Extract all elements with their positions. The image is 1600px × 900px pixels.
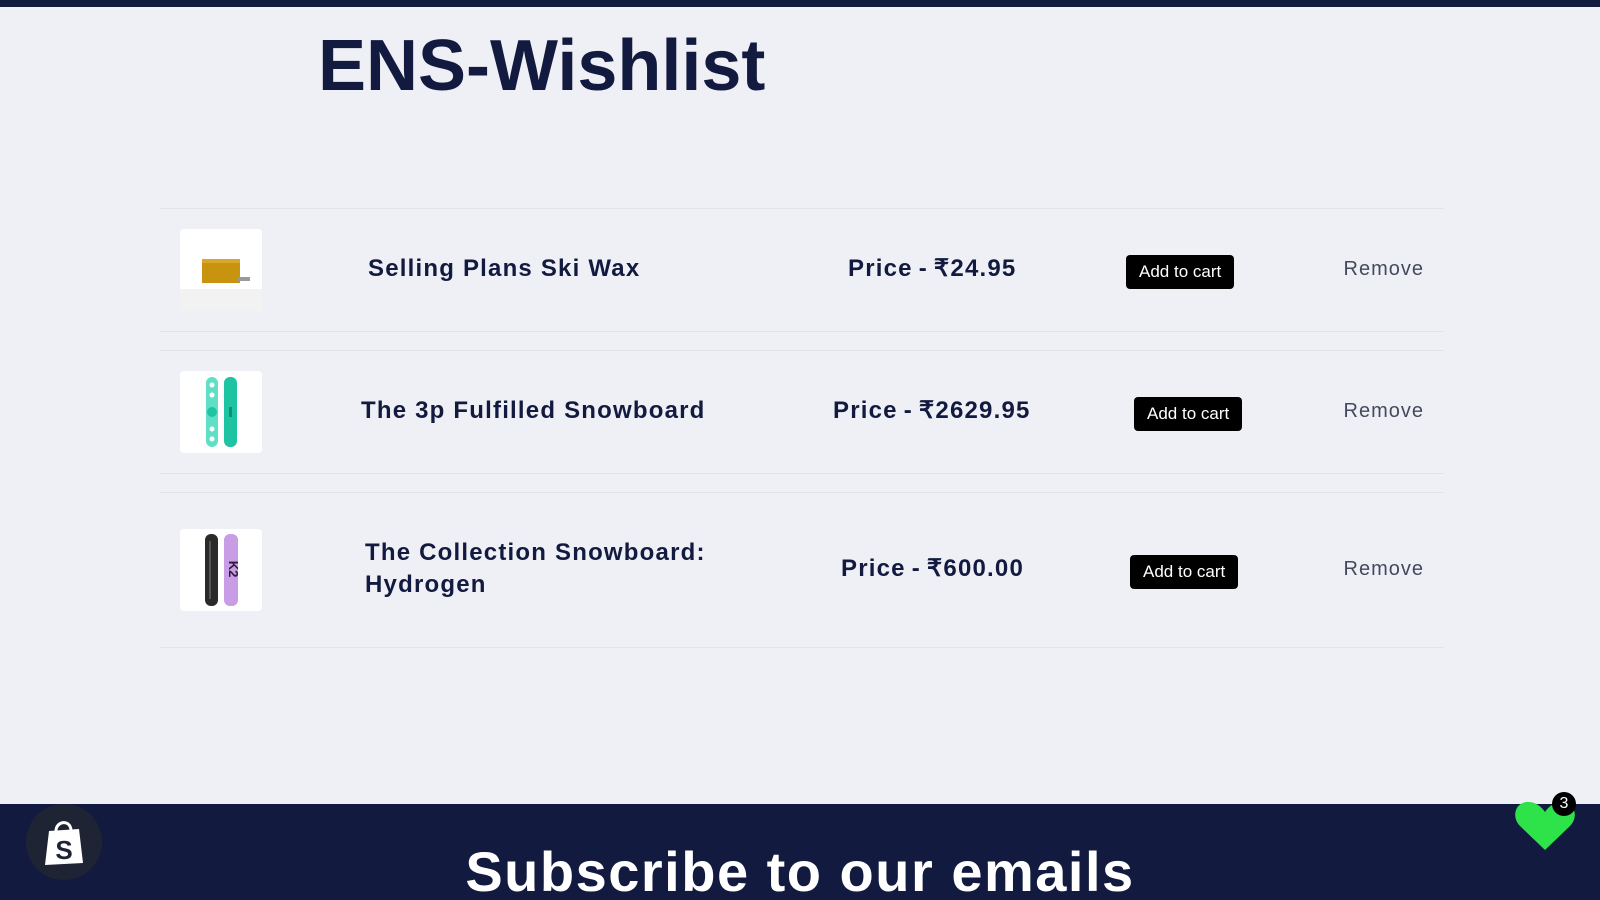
price-value: ₹2629.95 bbox=[918, 397, 1031, 424]
product-price: Price - ₹24.95 bbox=[848, 253, 1016, 285]
price-separator: - bbox=[918, 255, 928, 282]
price-label: Price bbox=[833, 397, 898, 424]
wishlist-count-badge: 3 bbox=[1552, 792, 1576, 816]
wishlist-row: The 3p Fulfilled Snowboard Price - ₹2629.9… bbox=[160, 350, 1444, 474]
product-name[interactable]: The 3p Fulfilled Snowboard bbox=[361, 395, 706, 427]
product-price: Price - ₹600.00 bbox=[841, 553, 1024, 585]
ski-wax-image[interactable] bbox=[180, 229, 262, 311]
newsletter-footer: Subscribe to our emails bbox=[0, 804, 1600, 900]
teal-snowboard-image[interactable] bbox=[180, 371, 262, 453]
price-label: Price bbox=[848, 255, 913, 282]
product-price: Price - ₹2629.95 bbox=[833, 395, 1031, 427]
add-to-cart-button[interactable]: Add to cart bbox=[1134, 397, 1243, 431]
remove-link[interactable]: Remove bbox=[1344, 397, 1424, 425]
product-name[interactable]: The Collection Snowboard: Hydrogen bbox=[365, 537, 735, 601]
product-name[interactable]: Selling Plans Ski Wax bbox=[368, 253, 640, 285]
remove-link[interactable]: Remove bbox=[1344, 555, 1424, 583]
shopify-bag-icon[interactable]: S bbox=[26, 804, 102, 880]
hydrogen-snowboard-image[interactable]: K2 bbox=[180, 529, 262, 611]
svg-text:K2: K2 bbox=[226, 561, 241, 578]
page-title: ENS-Wishlist bbox=[318, 26, 766, 106]
wishlist-row: Selling Plans Ski Wax Price - ₹24.95 Add t… bbox=[160, 208, 1444, 332]
price-separator: - bbox=[903, 397, 913, 424]
price-separator: - bbox=[911, 555, 921, 582]
add-to-cart-button[interactable]: Add to cart bbox=[1126, 255, 1235, 289]
newsletter-heading: Subscribe to our emails bbox=[465, 840, 1135, 900]
price-value: ₹24.95 bbox=[933, 255, 1017, 282]
wishlist-row: K2 The Collection Snowboard: Hydrogen Pr… bbox=[160, 492, 1444, 648]
svg-text:S: S bbox=[55, 835, 72, 865]
remove-link[interactable]: Remove bbox=[1344, 255, 1424, 283]
top-strip bbox=[0, 0, 1600, 7]
price-label: Price bbox=[841, 555, 906, 582]
add-to-cart-button[interactable]: Add to cart bbox=[1130, 555, 1239, 589]
price-value: ₹600.00 bbox=[926, 555, 1024, 582]
